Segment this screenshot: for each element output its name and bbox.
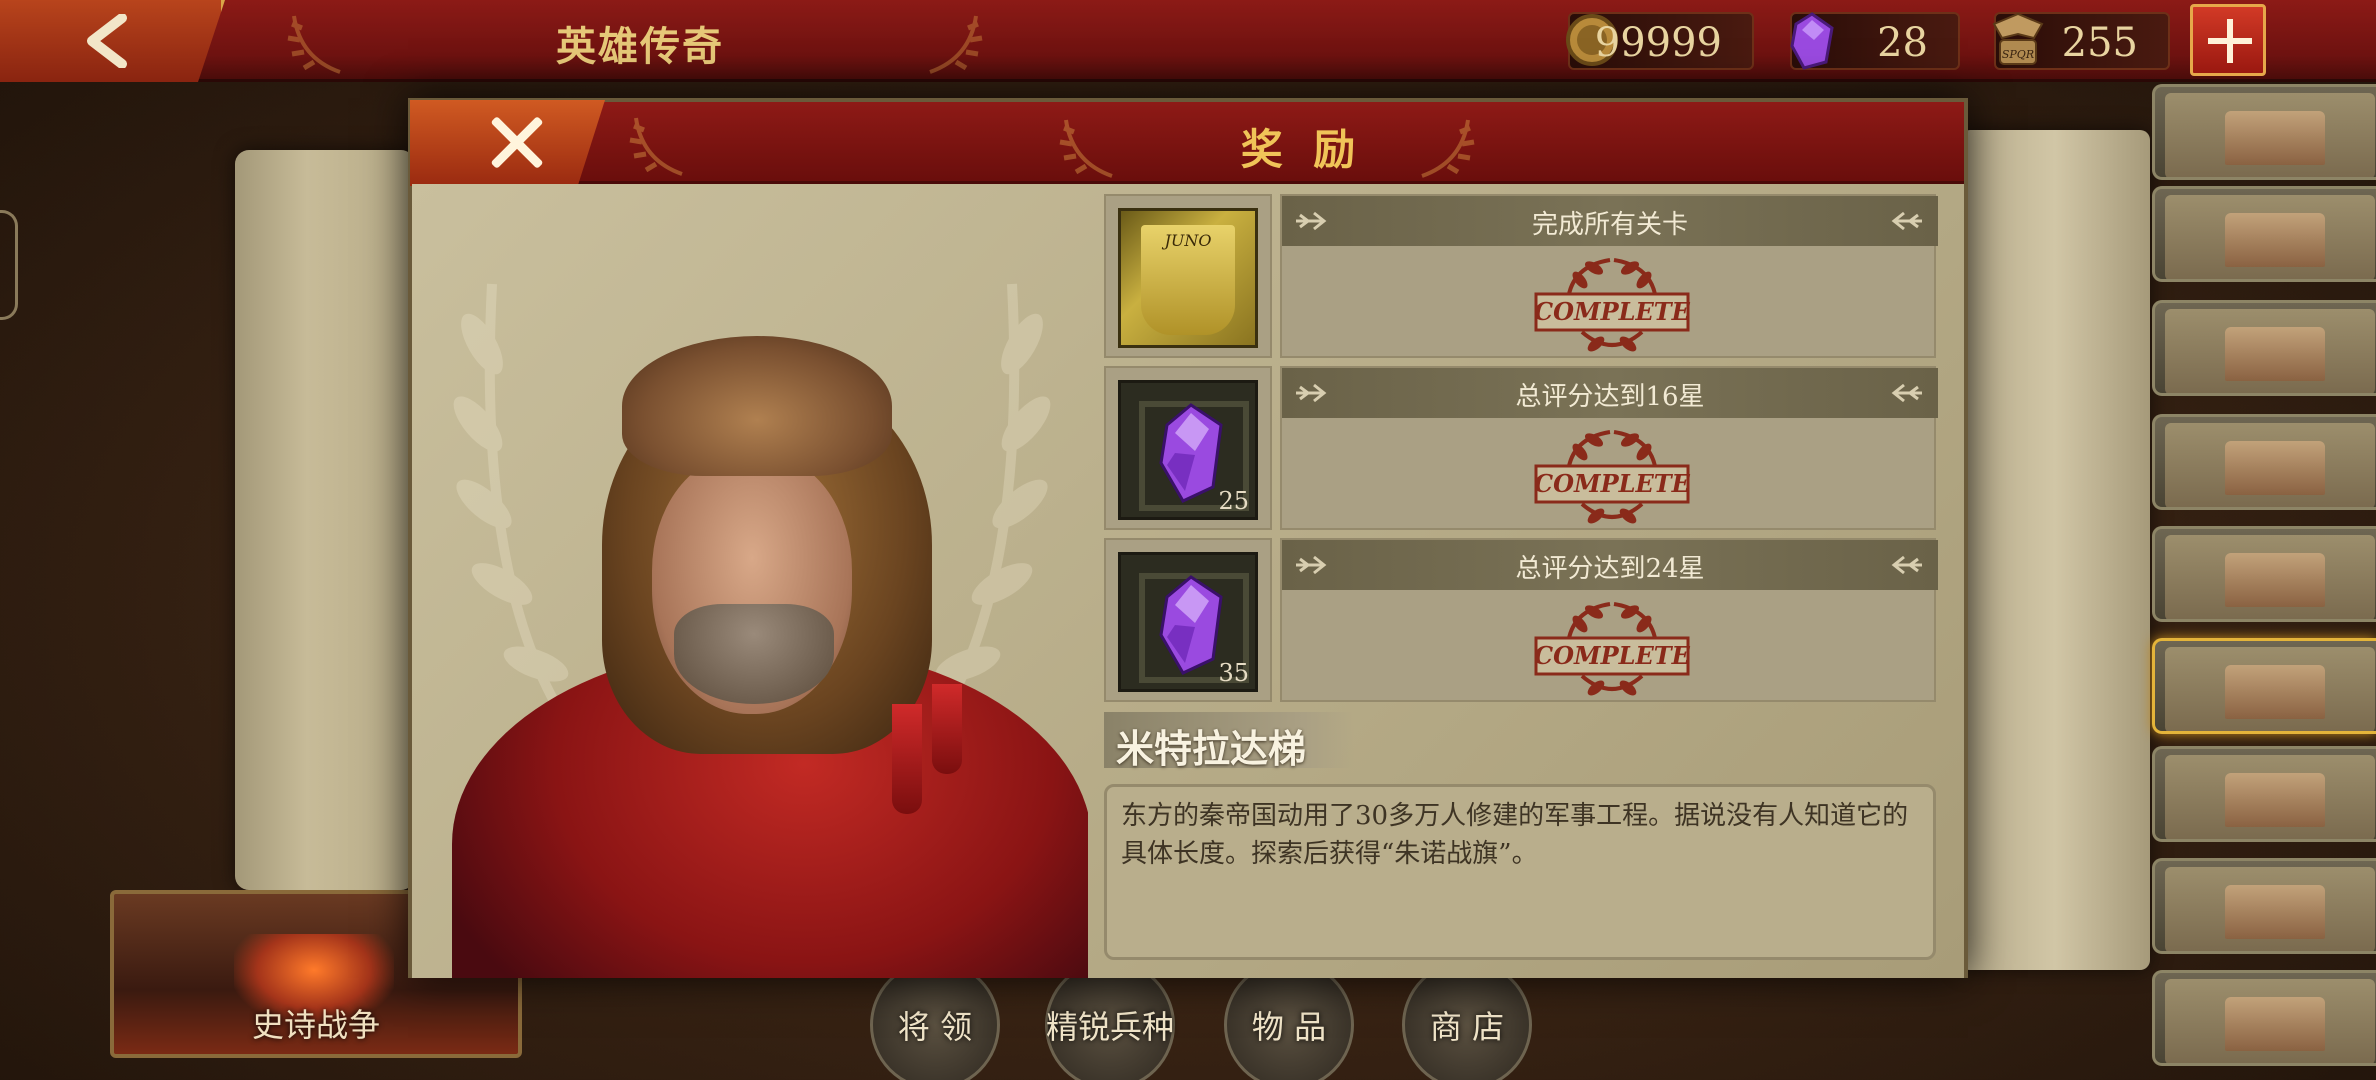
reward-slot[interactable]: 25 <box>1104 366 1272 530</box>
tassel <box>932 684 962 774</box>
gem-item: 35 <box>1118 552 1258 692</box>
gold-counter: 99999 <box>1566 12 1754 70</box>
svg-text:SPQR: SPQR <box>2002 48 2034 61</box>
condition-text: 总评分达到24星 <box>1515 554 1705 584</box>
nav-generals-button[interactable]: 将 领 <box>870 960 1000 1080</box>
gold-value: 99999 <box>1594 20 1722 66</box>
reward-dialog: 奖 励 JUNO 完成所有关卡 COMPLETE 25 总评分达到16星 COM… <box>408 98 1968 978</box>
arrow-left-icon <box>1891 555 1922 575</box>
purple-gem-icon <box>1790 12 1834 70</box>
building-ruins-columns[interactable] <box>2152 414 2376 510</box>
laurel-icon <box>1059 119 1113 178</box>
epic-war-label: 史诗战争 <box>251 1006 380 1044</box>
building-castle-walls[interactable] <box>2152 186 2376 282</box>
map-scroll-right <box>1960 130 2150 970</box>
arrow-left-icon <box>1891 383 1922 403</box>
building-fortress[interactable] <box>2152 84 2376 180</box>
reward-row: 35 总评分达到24星 COMPLETE <box>1104 538 1938 702</box>
reward-condition-panel: 完成所有关卡 COMPLETE <box>1280 194 1938 358</box>
condition-bar: 总评分达到16星 <box>1282 368 1938 418</box>
building-parthenon[interactable] <box>2152 858 2376 954</box>
lion-headdress <box>622 336 892 476</box>
complete-stamp-icon: COMPLETE <box>1534 430 1691 524</box>
add-resource-button[interactable] <box>2190 4 2266 76</box>
description-text: 东方的秦帝国动用了30多万人修建的军事工程。据说没有人知道它的具体长度。探索后获… <box>1121 801 1909 869</box>
reward-condition-panel: 总评分达到16星 COMPLETE <box>1280 366 1938 530</box>
gem-item: 25 <box>1118 380 1258 520</box>
nav-label: 精锐兵种 <box>1045 1008 1174 1046</box>
nav-label: 将 领 <box>897 1008 973 1046</box>
reward-slot[interactable]: 35 <box>1104 538 1272 702</box>
description-box: 东方的秦帝国动用了30多万人修建的军事工程。据说没有人知道它的具体长度。探索后获… <box>1104 784 1936 960</box>
complete-label: COMPLETE <box>1534 297 1691 326</box>
complete-label: COMPLETE <box>1534 641 1691 670</box>
nav-elite-units-button[interactable]: 精锐兵种 <box>1045 960 1175 1080</box>
close-button[interactable] <box>410 100 605 186</box>
nav-label: 商 店 <box>1429 1008 1505 1046</box>
building-petra[interactable] <box>2152 746 2376 842</box>
top-bar: 英雄传奇 99999 28 SPQR 255 <box>0 0 2376 82</box>
complete-stamp-icon: COMPLETE <box>1534 258 1691 352</box>
reward-row: 25 总评分达到16星 COMPLETE <box>1104 366 1938 530</box>
hero-beard <box>674 604 834 704</box>
tassel <box>892 704 922 814</box>
arrow-left-icon <box>1891 211 1922 231</box>
condition-bar: 完成所有关卡 <box>1282 196 1938 246</box>
laurel-icon <box>929 15 983 74</box>
spqr-eagle-icon: SPQR <box>1992 12 2044 65</box>
back-button[interactable] <box>0 0 225 82</box>
item-quantity: 35 <box>1218 659 1249 687</box>
condition-text: 完成所有关卡 <box>1531 210 1688 240</box>
spqr-value: 255 <box>2061 20 2138 66</box>
condition-text: 总评分达到16星 <box>1515 382 1705 412</box>
complete-label: COMPLETE <box>1534 469 1691 498</box>
dialog-header: 奖 励 <box>410 100 1964 186</box>
gem-counter: 28 <box>1790 12 1960 70</box>
nav-label: 物 品 <box>1251 1008 1327 1046</box>
building-garden-temple[interactable] <box>2152 526 2376 622</box>
laurel-icon <box>629 117 683 176</box>
building-pyramids[interactable] <box>2152 970 2376 1066</box>
dialog-body: JUNO 完成所有关卡 COMPLETE 25 总评分达到16星 COMPLET… <box>412 184 1964 978</box>
complete-stamp-icon: COMPLETE <box>1534 602 1691 696</box>
item-label: JUNO <box>1164 231 1212 250</box>
nav-items-button[interactable]: 物 品 <box>1224 960 1354 1080</box>
reward-slot[interactable]: JUNO <box>1104 194 1272 358</box>
reward-condition-panel: 总评分达到24星 COMPLETE <box>1280 538 1938 702</box>
item-quantity: 25 <box>1218 487 1249 515</box>
nav-shop-button[interactable]: 商 店 <box>1402 960 1532 1080</box>
site-name-banner: 米特拉达梯 <box>1104 712 1354 771</box>
hero-portrait <box>412 184 1088 978</box>
juno-banner-icon: JUNO <box>1118 208 1258 348</box>
laurel-icon <box>1421 119 1475 178</box>
spqr-counter: SPQR 255 <box>1992 12 2170 70</box>
map-scroll-left <box>235 150 415 890</box>
condition-bar: 总评分达到24星 <box>1282 540 1938 590</box>
building-colosseum[interactable] <box>2152 300 2376 396</box>
building-great-wall[interactable] <box>2152 638 2376 734</box>
gem-value: 28 <box>1877 20 1928 66</box>
side-drawer-handle[interactable] <box>0 210 18 320</box>
chevron-left-icon <box>87 14 127 68</box>
site-name: 米特拉达梯 <box>1116 726 1307 771</box>
page-title: 英雄传奇 <box>556 23 724 70</box>
dialog-title: 奖 励 <box>1240 125 1364 174</box>
laurel-icon <box>287 15 341 74</box>
reward-row: JUNO 完成所有关卡 COMPLETE <box>1104 194 1938 358</box>
